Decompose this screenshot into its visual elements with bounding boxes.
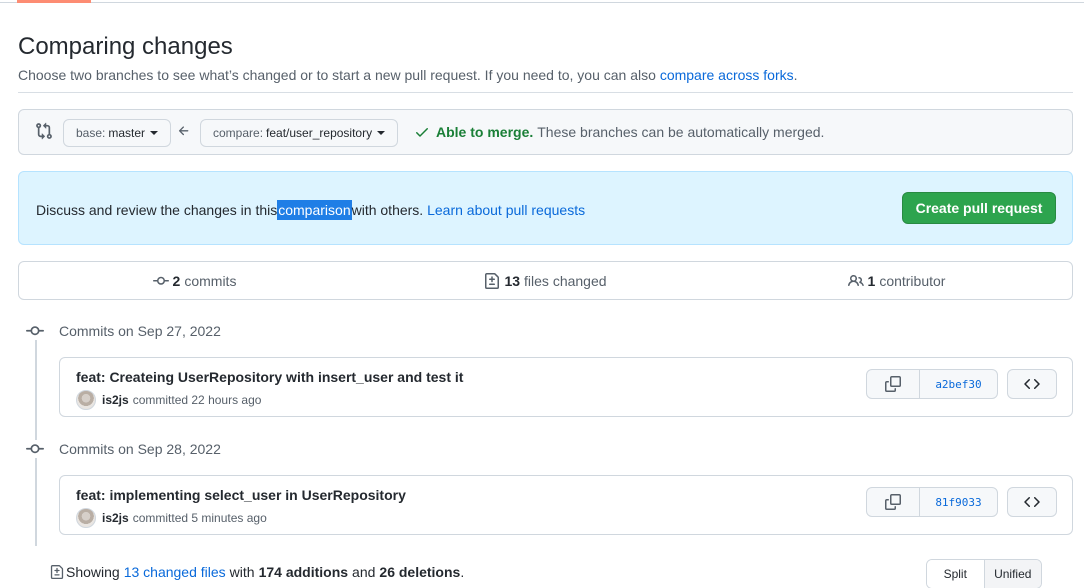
git-commit-icon	[26, 322, 44, 340]
copy-icon	[885, 494, 901, 510]
git-compare-icon	[36, 122, 52, 140]
commit-sha-group: a2bef30	[866, 369, 998, 399]
browse-repository-button[interactable]	[1007, 487, 1057, 517]
create-pull-request-button[interactable]: Create pull request	[902, 192, 1056, 224]
commit-item: feat: implementing select_user in UserRe…	[59, 475, 1073, 535]
range-editor: base: master compare: feat/user_reposito…	[18, 109, 1073, 155]
commit-author-link[interactable]: is2js	[102, 393, 129, 407]
commit-sha-group: 81f9033	[866, 487, 998, 517]
commit-meta: is2js committed 5 minutes ago	[76, 508, 267, 528]
merge-status-label: Able to merge.	[436, 124, 534, 140]
arrow-left-icon	[178, 126, 189, 136]
git-commit-icon	[152, 276, 169, 285]
compare-across-forks-link[interactable]: compare across forks	[660, 67, 794, 83]
commit-meta: is2js committed 22 hours ago	[76, 390, 261, 410]
page-title: Comparing changes	[18, 33, 233, 60]
timeline-line	[35, 322, 37, 546]
unified-view-button[interactable]: Unified	[984, 560, 1041, 588]
files-changed-tab[interactable]: 13 files changed	[370, 262, 721, 299]
split-view-button[interactable]: Split	[927, 560, 985, 588]
commit-sha-link[interactable]: a2bef30	[920, 370, 997, 398]
compare-summary-bar: 2 commits 13 files changed 1 contributor	[18, 261, 1073, 300]
avatar[interactable]	[76, 390, 96, 410]
active-tab-indicator	[17, 0, 91, 3]
changed-files-link[interactable]: 13 changed files	[124, 564, 226, 580]
deletions-count: 26 deletions	[379, 564, 461, 580]
merge-status-detail: These branches can be automatically merg…	[537, 124, 825, 140]
base-branch-select[interactable]: base: master	[63, 119, 172, 147]
learn-pull-requests-link[interactable]: Learn about pull requests	[427, 202, 585, 218]
commit-group-date: Commits on Sep 28, 2022	[59, 441, 221, 457]
diff-view-toggle: Split Unified	[926, 559, 1042, 588]
additions-count: 174 additions	[258, 564, 349, 580]
commit-item: feat: Createing UserRepository with inse…	[59, 357, 1073, 417]
header-nav-border	[0, 0, 1084, 3]
caret-down-icon	[150, 131, 159, 135]
base-branch-value: master	[108, 126, 146, 140]
copy-sha-button[interactable]	[867, 488, 920, 516]
compare-branch-value: feat/user_repository	[266, 126, 373, 140]
compare-blankslate: Discuss and review the changes in thisco…	[18, 171, 1073, 245]
people-icon	[847, 274, 864, 286]
file-diff-icon	[50, 565, 64, 579]
page-subtitle: Choose two branches to see what’s change…	[18, 67, 798, 83]
code-icon	[1024, 378, 1040, 390]
commits-tab[interactable]: 2 commits	[19, 262, 370, 299]
copy-sha-button[interactable]	[867, 370, 920, 398]
commit-title-link[interactable]: feat: Createing UserRepository with inse…	[76, 369, 463, 385]
browse-repository-button[interactable]	[1007, 369, 1057, 399]
commit-group-date: Commits on Sep 27, 2022	[59, 323, 221, 339]
check-icon	[416, 128, 428, 137]
selected-text: comparison	[277, 200, 352, 220]
code-icon	[1024, 496, 1040, 508]
commit-title-link[interactable]: feat: implementing select_user in UserRe…	[76, 487, 406, 503]
caret-down-icon	[377, 131, 386, 135]
divider	[18, 92, 1073, 93]
avatar[interactable]	[76, 508, 96, 528]
commit-sha-link[interactable]: 81f9033	[920, 488, 997, 516]
compare-branch-select[interactable]: compare: feat/user_repository	[200, 119, 399, 147]
blankslate-text: Discuss and review the changes in thisco…	[36, 200, 586, 220]
git-commit-icon	[26, 440, 44, 458]
commit-author-link[interactable]: is2js	[102, 511, 129, 525]
file-diff-icon	[485, 272, 500, 289]
files-summary: Showing 13 changed files with 174 additi…	[50, 564, 464, 580]
copy-icon	[885, 376, 901, 392]
merge-status: Able to merge. These branches can be aut…	[414, 124, 824, 140]
contributors-tab[interactable]: 1 contributor	[721, 262, 1072, 299]
